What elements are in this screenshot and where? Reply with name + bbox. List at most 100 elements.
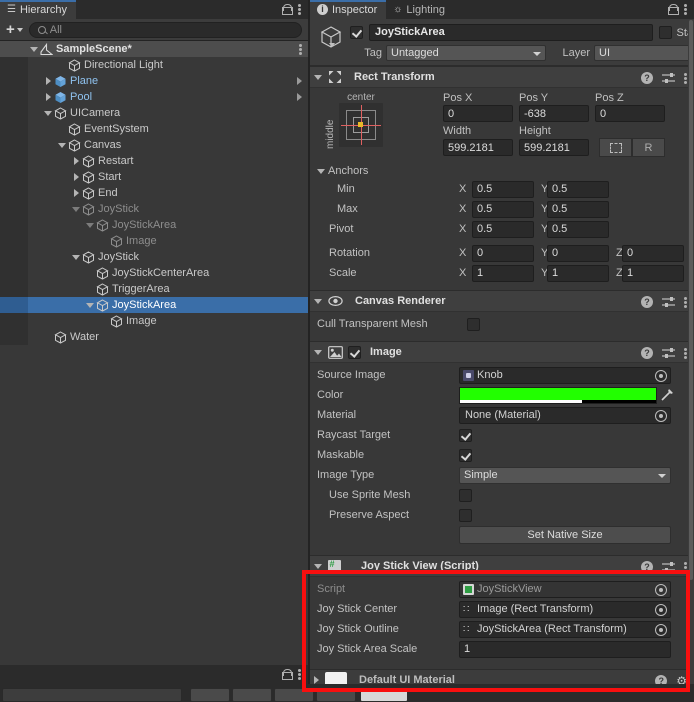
lock-icon[interactable]	[282, 4, 291, 15]
width-field[interactable]: 599.2181	[443, 139, 513, 156]
help-icon[interactable]: ?	[641, 561, 653, 573]
hierarchy-row[interactable]: UICamera	[0, 105, 308, 121]
rotation-z-field[interactable]: 0	[622, 245, 684, 262]
collapse-triangle-icon[interactable]	[28, 47, 40, 52]
cull-transparent-mesh-checkbox[interactable]	[467, 318, 480, 331]
source-image-field[interactable]: Knob	[459, 367, 671, 384]
hierarchy-row-selected[interactable]: JoyStickArea	[0, 297, 308, 313]
joy-stick-area-scale-field[interactable]: 1	[459, 641, 671, 658]
use-sprite-mesh-checkbox[interactable]	[459, 489, 472, 502]
scrollbar-thumb[interactable]	[689, 20, 693, 580]
collapse-triangle-icon[interactable]	[317, 169, 325, 174]
component-menu-icon[interactable]	[684, 72, 687, 85]
hierarchy-row[interactable]: Start	[0, 169, 308, 185]
object-picker-icon[interactable]	[655, 584, 667, 596]
hierarchy-row[interactable]: Image	[0, 313, 308, 329]
help-icon[interactable]: ?	[641, 296, 653, 308]
maskable-checkbox[interactable]	[459, 449, 472, 462]
expand-triangle-icon[interactable]	[70, 173, 82, 181]
collapse-triangle-icon[interactable]	[314, 299, 322, 304]
collapse-triangle-icon[interactable]	[314, 564, 322, 569]
object-picker-icon[interactable]	[655, 370, 667, 382]
object-picker-icon[interactable]	[655, 410, 667, 422]
object-name-field[interactable]: JoyStickArea	[369, 24, 653, 41]
raycast-target-checkbox[interactable]	[459, 429, 472, 442]
material-field[interactable]: None (Material)	[459, 407, 671, 424]
lock-icon-bottom[interactable]	[282, 669, 291, 680]
hierarchy-row[interactable]: Restart	[0, 153, 308, 169]
bottom-tool-2[interactable]	[232, 688, 272, 702]
preset-icon[interactable]	[662, 72, 675, 84]
bottom-tool-1[interactable]	[190, 688, 230, 702]
chevron-right-icon[interactable]	[297, 77, 302, 85]
preset-icon[interactable]	[662, 296, 675, 308]
bottom-tool-4[interactable]	[316, 688, 356, 702]
expand-triangle-icon[interactable]	[42, 93, 54, 101]
eyedropper-icon[interactable]	[660, 388, 674, 402]
set-native-size-button[interactable]: Set Native Size	[459, 526, 671, 544]
hierarchy-row[interactable]: Canvas	[0, 137, 308, 153]
inspector-scrollbar[interactable]	[688, 20, 694, 680]
chevron-right-icon[interactable]	[297, 93, 302, 101]
joy-stick-outline-field[interactable]: ∷ JoyStickArea (Rect Transform)	[459, 621, 671, 638]
collapse-triangle-icon[interactable]	[56, 143, 68, 148]
anchor-preset-widget[interactable]	[339, 103, 383, 147]
expand-triangle-icon[interactable]	[70, 157, 82, 165]
lock-icon[interactable]	[668, 4, 677, 15]
inspector-menu-icon[interactable]	[684, 3, 687, 16]
component-menu-icon[interactable]	[684, 347, 687, 360]
layer-dropdown[interactable]: UI	[594, 45, 694, 61]
tag-dropdown[interactable]: Untagged	[386, 45, 546, 61]
scale-y-field[interactable]: 1	[547, 265, 609, 282]
hierarchy-search-box[interactable]	[29, 22, 302, 38]
raw-edit-button[interactable]: R	[632, 138, 665, 157]
scale-x-field[interactable]: 1	[472, 265, 534, 282]
bottom-menu-icon[interactable]	[298, 668, 301, 681]
rotation-x-field[interactable]: 0	[472, 245, 534, 262]
hierarchy-row[interactable]: Directional Light	[0, 57, 308, 73]
collapse-triangle-icon[interactable]	[42, 111, 54, 116]
collapse-triangle-icon[interactable]	[70, 207, 82, 212]
help-icon[interactable]: ?	[641, 72, 653, 84]
anchors-foldout[interactable]: Anchors	[317, 162, 687, 180]
pivot-y-field[interactable]: 0.5	[547, 221, 609, 238]
create-object-button[interactable]: +	[4, 24, 25, 36]
color-swatch[interactable]	[459, 387, 657, 404]
hierarchy-menu-icon[interactable]	[298, 3, 301, 16]
bottom-search-field[interactable]	[2, 688, 182, 702]
component-header-joy-stick-view[interactable]: Joy Stick View (Script) ?	[310, 555, 694, 577]
expand-triangle-icon[interactable]	[70, 189, 82, 197]
pos-y-field[interactable]: -638	[519, 105, 589, 122]
component-header-canvas-renderer[interactable]: Canvas Renderer ?	[310, 290, 694, 312]
hierarchy-row[interactable]: JoyStick	[0, 249, 308, 265]
height-field[interactable]: 599.2181	[519, 139, 589, 156]
rotation-y-field[interactable]: 0	[547, 245, 609, 262]
component-header-rect-transform[interactable]: Rect Transform ?	[310, 66, 694, 88]
bottom-tool-3[interactable]	[274, 688, 314, 702]
hierarchy-row[interactable]: EventSystem	[0, 121, 308, 137]
hierarchy-row[interactable]: TriggerArea	[0, 281, 308, 297]
joy-stick-center-field[interactable]: ∷ Image (Rect Transform)	[459, 601, 671, 618]
pivot-x-field[interactable]: 0.5	[472, 221, 534, 238]
tab-inspector[interactable]: i Inspector	[310, 0, 386, 19]
anchor-max-x-field[interactable]: 0.5	[472, 201, 534, 218]
scale-z-field[interactable]: 1	[622, 265, 684, 282]
component-header-image[interactable]: Image ?	[310, 341, 694, 363]
hierarchy-row[interactable]: Plane	[0, 73, 308, 89]
preset-icon[interactable]	[662, 347, 675, 359]
hierarchy-row[interactable]: Pool	[0, 89, 308, 105]
anchor-max-y-field[interactable]: 0.5	[547, 201, 609, 218]
component-menu-icon[interactable]	[684, 561, 687, 574]
image-enabled-checkbox[interactable]	[348, 346, 361, 359]
object-active-checkbox[interactable]	[350, 26, 363, 39]
hierarchy-row[interactable]: JoyStick	[0, 201, 308, 217]
pos-z-field[interactable]: 0	[595, 105, 665, 122]
image-type-dropdown[interactable]: Simple	[459, 467, 671, 484]
tab-hierarchy[interactable]: ☰ Hierarchy	[0, 0, 76, 19]
collapse-triangle-icon[interactable]	[314, 350, 322, 355]
hierarchy-tree[interactable]: SampleScene*Directional LightPlanePoolUI…	[0, 41, 308, 345]
expand-triangle-icon[interactable]	[42, 77, 54, 85]
hierarchy-row[interactable]: Image	[0, 233, 308, 249]
pos-x-field[interactable]: 0	[443, 105, 513, 122]
static-checkbox[interactable]	[659, 26, 672, 39]
